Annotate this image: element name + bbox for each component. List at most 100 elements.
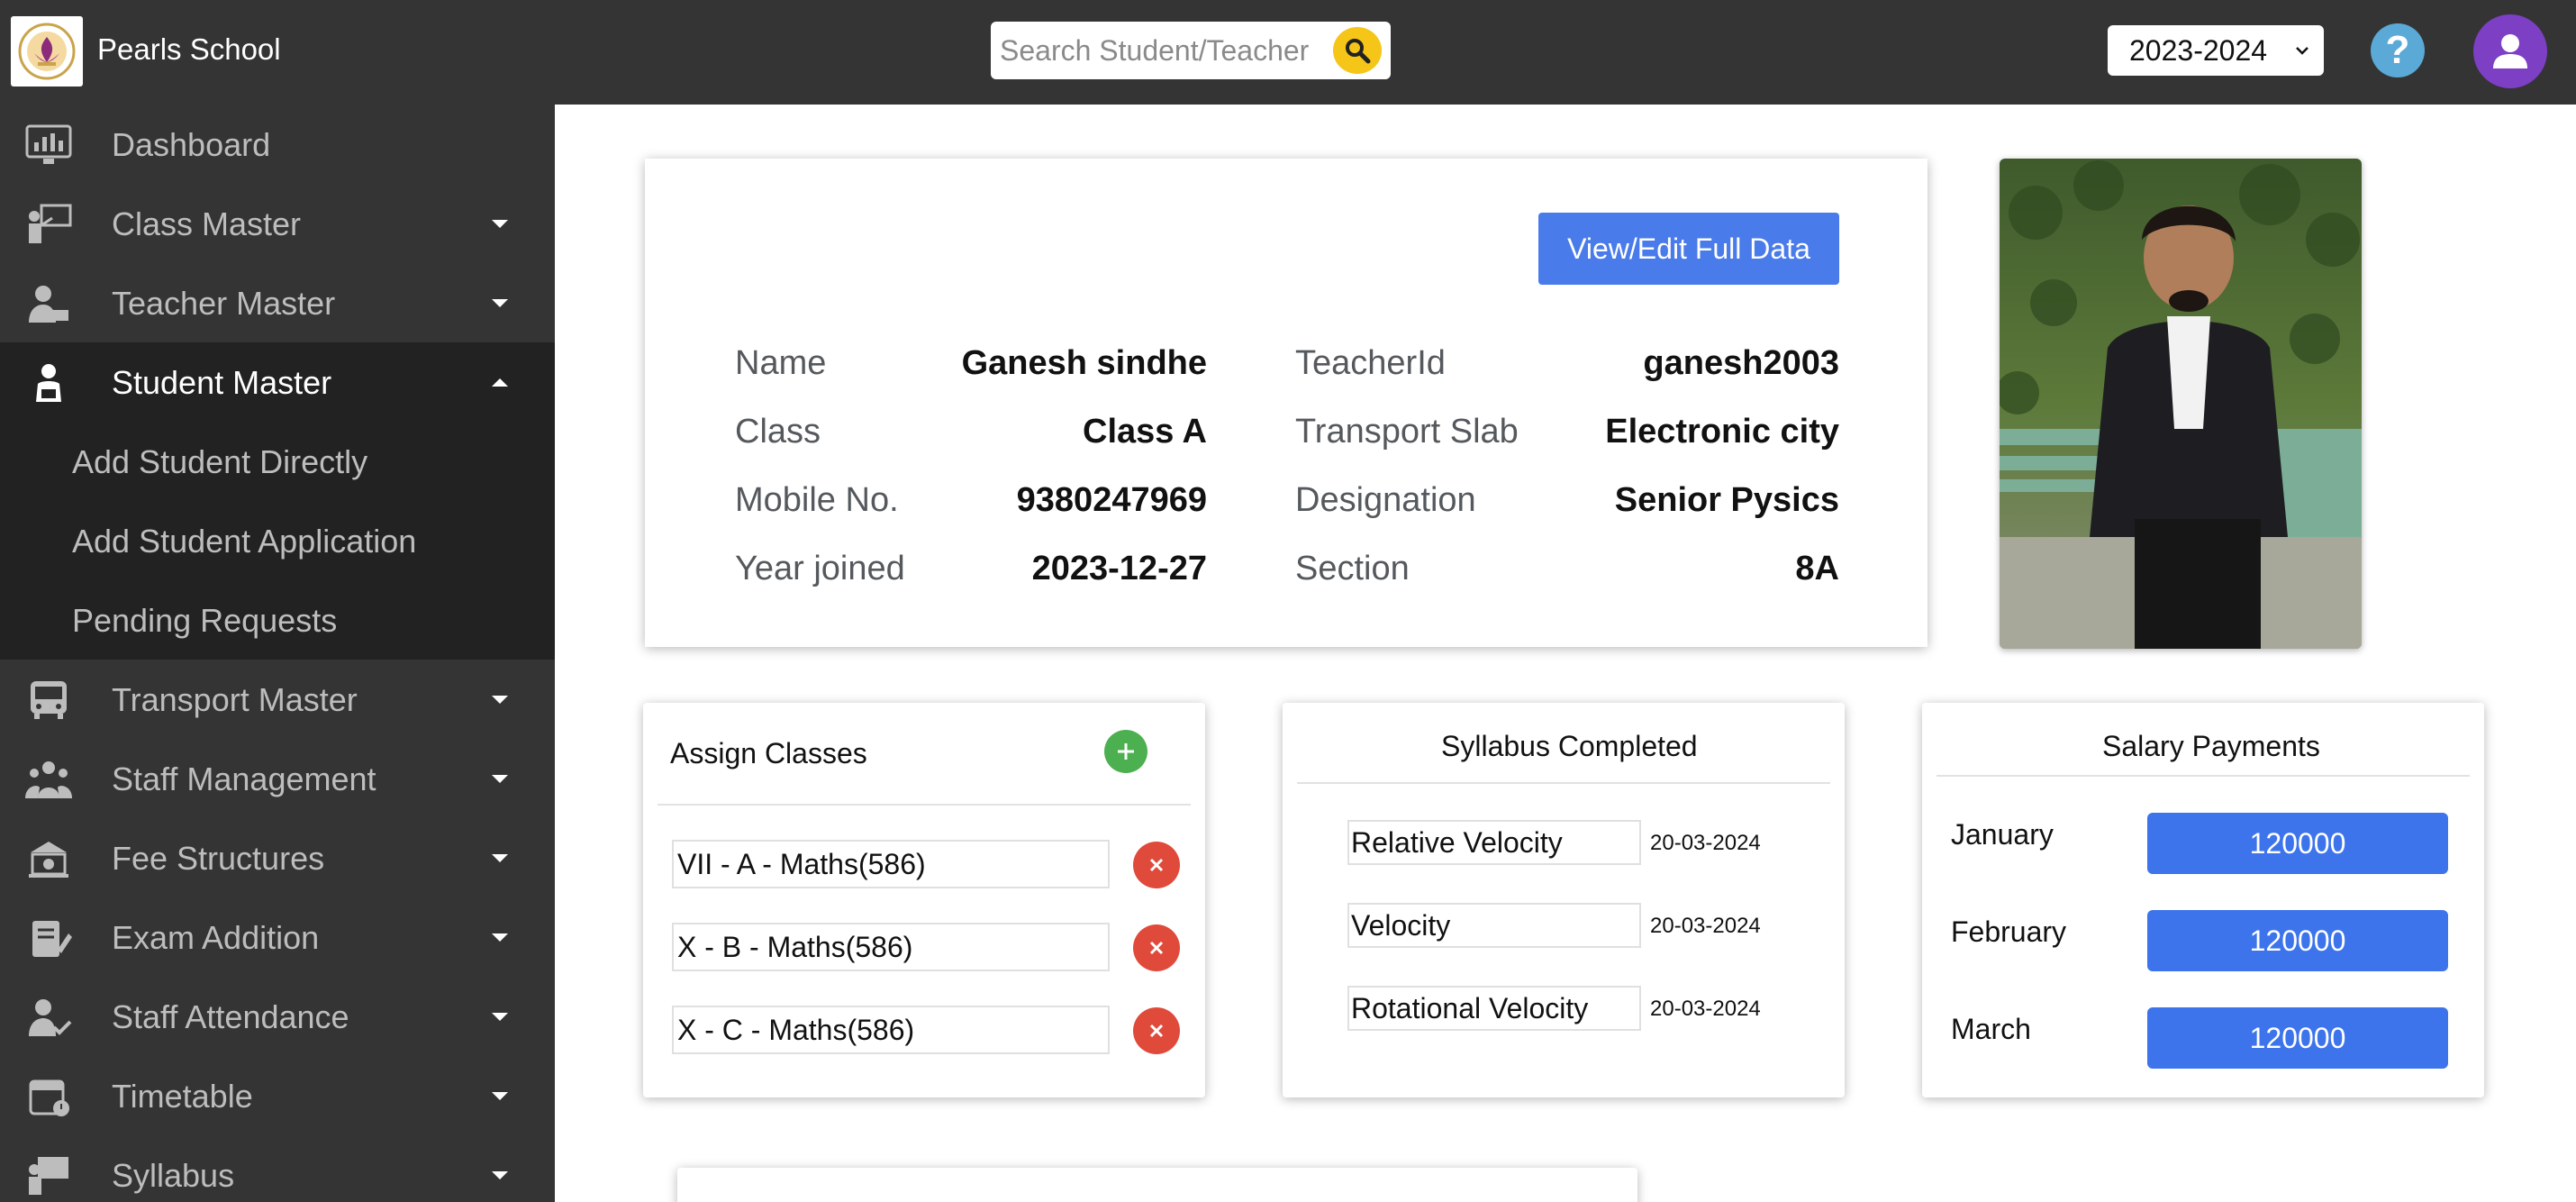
sidebar-item-label: Dashboard [112, 126, 271, 163]
sidebar: Dashboard Class Master Teacher Master St… [0, 105, 555, 1202]
teacher-master-icon [29, 286, 68, 323]
chevron-up-icon [492, 378, 508, 387]
syllabus-completed-title: Syllabus Completed [1441, 730, 1698, 762]
add-class-button[interactable] [1104, 730, 1147, 773]
submenu-add-student-directly[interactable]: Add Student Directly [72, 443, 367, 481]
salary-amount-button[interactable]: 120000 [2147, 1007, 2448, 1069]
sidebar-item-dashboard[interactable]: Dashboard [0, 105, 555, 184]
school-name: Pearls School [97, 32, 281, 66]
calendar-icon [29, 1079, 69, 1116]
section-value: 8A [1795, 550, 1839, 587]
submenu-add-student-application[interactable]: Add Student Application [72, 523, 416, 560]
assign-classes-card: Assign Classes VII - A - Maths(586) X - … [643, 703, 1205, 1097]
academic-year-select[interactable]: 2023-2024 [2108, 25, 2324, 76]
divider [1937, 775, 2470, 777]
name-value: Ganesh sindhe [961, 344, 1207, 382]
student-master-icon [36, 364, 61, 402]
mobile-value: 9380247969 [1016, 481, 1207, 519]
search-bar [991, 22, 1391, 79]
assigned-class-field[interactable]: X - C - Maths(586) [672, 1006, 1110, 1054]
syllabus-date: 20-03-2024 [1650, 914, 1761, 938]
sidebar-item-label: Timetable [112, 1078, 253, 1115]
plus-icon [1118, 743, 1134, 760]
close-icon [1149, 941, 1164, 955]
staff-group-icon [25, 761, 72, 798]
profile-photo [2000, 159, 2362, 649]
main-content: View/Edit Full Data Name Ganesh sindhe C… [555, 105, 2576, 1202]
salary-amount-button[interactable]: 120000 [2147, 910, 2448, 971]
help-glyph: ? [2385, 28, 2410, 72]
sidebar-item-exam-addition[interactable]: Exam Addition [0, 897, 555, 977]
designation-label: Designation [1295, 481, 1476, 519]
year-joined-label: Year joined [735, 550, 905, 587]
chevron-down-icon [492, 854, 508, 862]
search-button[interactable] [1333, 27, 1382, 74]
sidebar-item-syllabus[interactable]: Syllabus [0, 1135, 555, 1202]
chevron-down-icon [492, 1013, 508, 1021]
syllabus-topic: Relative Velocity [1347, 820, 1641, 865]
dashboard-icon [25, 124, 72, 164]
search-input[interactable] [1000, 29, 1333, 72]
remove-class-button[interactable] [1133, 842, 1180, 888]
divider [658, 804, 1191, 806]
assigned-class-field[interactable]: X - B - Maths(586) [672, 923, 1110, 971]
remove-class-button[interactable] [1133, 1007, 1180, 1054]
sidebar-item-label: Staff Attendance [112, 998, 349, 1035]
sidebar-item-timetable[interactable]: Timetable [0, 1056, 555, 1135]
teacher-id-value: ganesh2003 [1643, 344, 1839, 382]
search-icon [1346, 39, 1371, 64]
salary-payments-card: Salary Payments January 120000 February … [1922, 703, 2484, 1097]
sidebar-item-label: Staff Management [112, 760, 376, 797]
submenu-pending-requests[interactable]: Pending Requests [72, 602, 337, 640]
chevron-down-icon [492, 1092, 508, 1100]
class-label: Class [735, 413, 821, 451]
divider [1297, 782, 1830, 784]
sidebar-item-teacher-master[interactable]: Teacher Master [0, 263, 555, 342]
mobile-label: Mobile No. [735, 481, 899, 519]
student-submenu: Add Student Directly Add Student Applica… [0, 422, 555, 660]
salary-month: January [1951, 818, 2054, 851]
syllabus-completed-card: Syllabus Completed Relative Velocity 20-… [1283, 703, 1845, 1097]
syllabus-date: 20-03-2024 [1650, 831, 1761, 855]
assigned-class-field[interactable]: VII - A - Maths(586) [672, 840, 1110, 888]
chevron-down-icon [492, 220, 508, 228]
sidebar-item-label: Student Master [112, 364, 332, 401]
sidebar-item-label: Fee Structures [112, 840, 325, 877]
chevron-down-icon [492, 933, 508, 942]
partial-card [677, 1168, 1637, 1202]
sidebar-item-student-master[interactable]: Student Master [0, 342, 555, 422]
chevron-down-icon [492, 775, 508, 783]
user-icon [2493, 34, 2527, 68]
profile-card: View/Edit Full Data Name Ganesh sindhe C… [645, 159, 1927, 647]
help-icon[interactable]: ? [2371, 23, 2425, 77]
chevron-down-icon [492, 696, 508, 704]
assign-classes-title: Assign Classes [670, 737, 867, 769]
sidebar-item-transport-master[interactable]: Transport Master [0, 660, 555, 739]
exam-icon [32, 921, 72, 957]
sidebar-item-staff-management[interactable]: Staff Management [0, 739, 555, 818]
close-icon [1149, 858, 1164, 872]
fee-icon [29, 842, 68, 878]
remove-class-button[interactable] [1133, 924, 1180, 971]
class-value: Class A [1083, 413, 1207, 451]
view-edit-full-data-button[interactable]: View/Edit Full Data [1538, 213, 1839, 285]
sidebar-item-label: Class Master [112, 205, 302, 242]
sidebar-item-label: Transport Master [112, 681, 358, 718]
sidebar-item-staff-attendance[interactable]: Staff Attendance [0, 977, 555, 1056]
sidebar-item-class-master[interactable]: Class Master [0, 184, 555, 263]
academic-year-value: 2023-2024 [2129, 33, 2268, 67]
chevron-down-icon [492, 299, 508, 307]
sidebar-item-label: Syllabus [112, 1157, 235, 1194]
school-logo[interactable] [11, 16, 83, 87]
close-icon [1149, 1024, 1164, 1038]
chevron-down-icon [492, 1171, 508, 1179]
salary-amount-button[interactable]: 120000 [2147, 813, 2448, 874]
sidebar-item-fee-structures[interactable]: Fee Structures [0, 818, 555, 897]
year-joined-value: 2023-12-27 [1031, 550, 1207, 587]
sidebar-item-label: Exam Addition [112, 919, 320, 956]
class-master-icon [29, 204, 72, 243]
chevron-down-icon [2296, 47, 2308, 55]
user-avatar[interactable] [2473, 14, 2547, 88]
syllabus-icon [29, 1157, 68, 1195]
top-bar: Pearls School 2023-2024 ? [0, 0, 2576, 105]
